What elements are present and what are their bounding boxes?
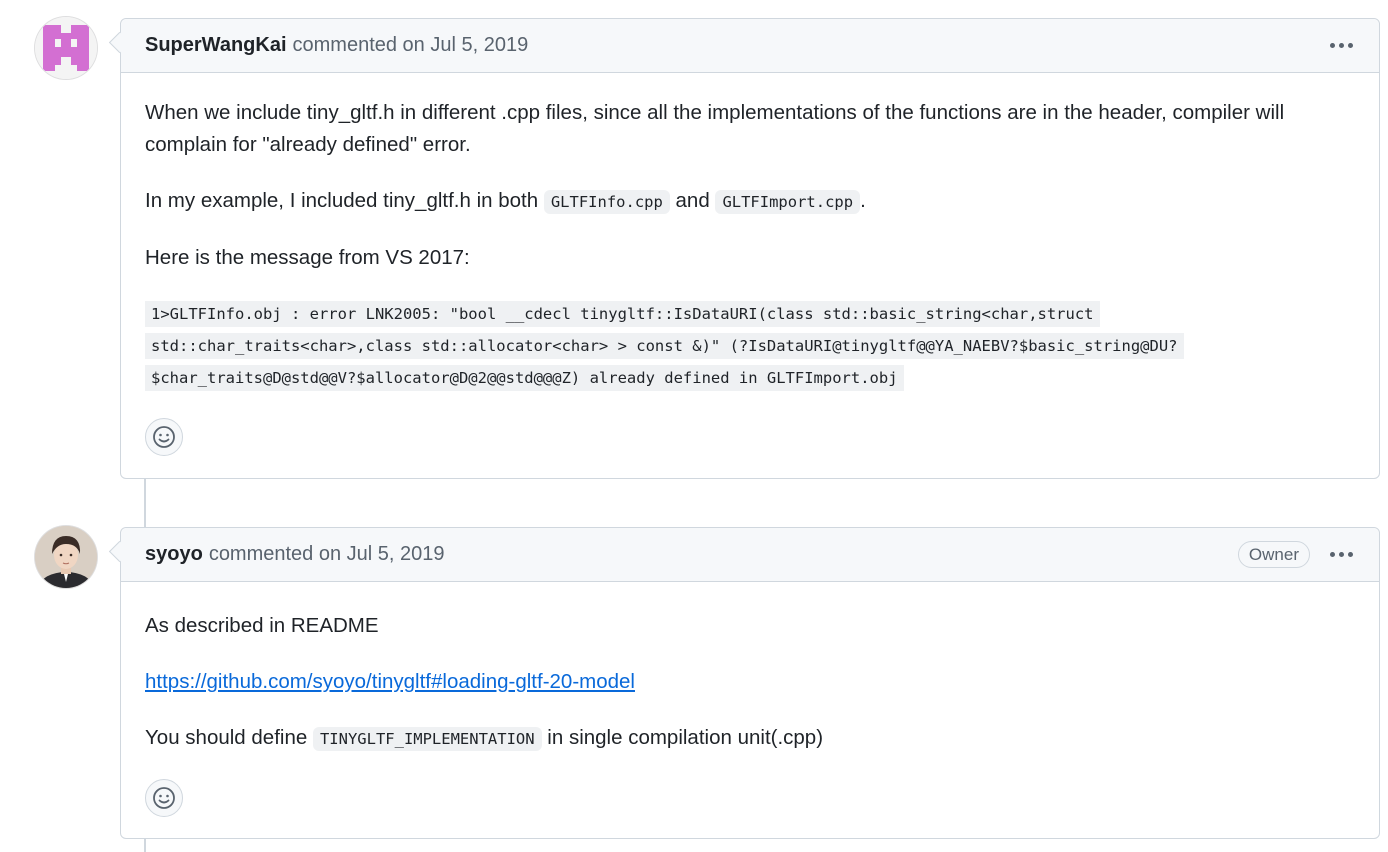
comment-author[interactable]: SuperWangKai [145,34,287,57]
more-options-icon[interactable] [1328,39,1355,52]
comment-body: When we include tiny_gltf.h in different… [121,73,1379,480]
comment-paragraph: Here is the message from VS 2017: [145,246,470,269]
add-reaction-button[interactable] [145,418,183,456]
code-block-text: 1>GLTFInfo.obj : error LNK2005: "bool __… [145,301,1184,391]
text-fragment: and [669,189,716,212]
timeline-connector [144,478,146,528]
code-block: 1>GLTFInfo.obj : error LNK2005: "bool __… [145,298,1355,394]
avatar[interactable] [35,17,97,79]
avatar[interactable] [35,526,97,588]
readme-link[interactable]: https://github.com/syoyo/tinygltf#loadin… [145,670,635,693]
inline-code: GLTFImport.cpp [715,190,861,214]
comment-box: SuperWangKai commented on Jul 5, 2019 Wh… [120,18,1380,479]
comment-box: syoyo commented on Jul 5, 2019 Owner As … [120,527,1380,839]
comment-paragraph: When we include tiny_gltf.h in different… [145,101,1285,156]
smiley-icon [153,426,175,448]
smiley-icon [153,787,175,809]
comment-header: SuperWangKai commented on Jul 5, 2019 [121,19,1379,73]
text-fragment: . [860,189,866,212]
comment-header-actions [1328,39,1355,52]
comment-timestamp[interactable]: commented on Jul 5, 2019 [293,34,529,57]
comment-paragraph: As described in README [145,614,379,637]
comment-header: syoyo commented on Jul 5, 2019 Owner [121,528,1379,582]
comment-body: As described in README https://github.co… [121,582,1379,841]
inline-code: GLTFInfo.cpp [543,190,670,214]
owner-badge: Owner [1237,541,1310,568]
comment-author[interactable]: syoyo [145,543,203,566]
text-fragment: You should define [145,726,313,749]
comment-paragraph: https://github.com/syoyo/tinygltf#loadin… [145,666,1355,698]
comment-timestamp[interactable]: commented on Jul 5, 2019 [209,543,445,566]
text-fragment: in single compilation unit(.cpp) [541,726,824,749]
more-options-icon[interactable] [1328,548,1355,561]
comment-paragraph: In my example, I included tiny_gltf.h in… [145,185,1355,218]
add-reaction-button[interactable] [145,779,183,817]
text-fragment: In my example, I included tiny_gltf.h in… [145,189,544,212]
comment-header-actions: Owner [1237,541,1355,568]
inline-code: TINYGLTF_IMPLEMENTATION [312,727,542,751]
comment-paragraph: You should define TINYGLTF_IMPLEMENTATIO… [145,722,1355,755]
